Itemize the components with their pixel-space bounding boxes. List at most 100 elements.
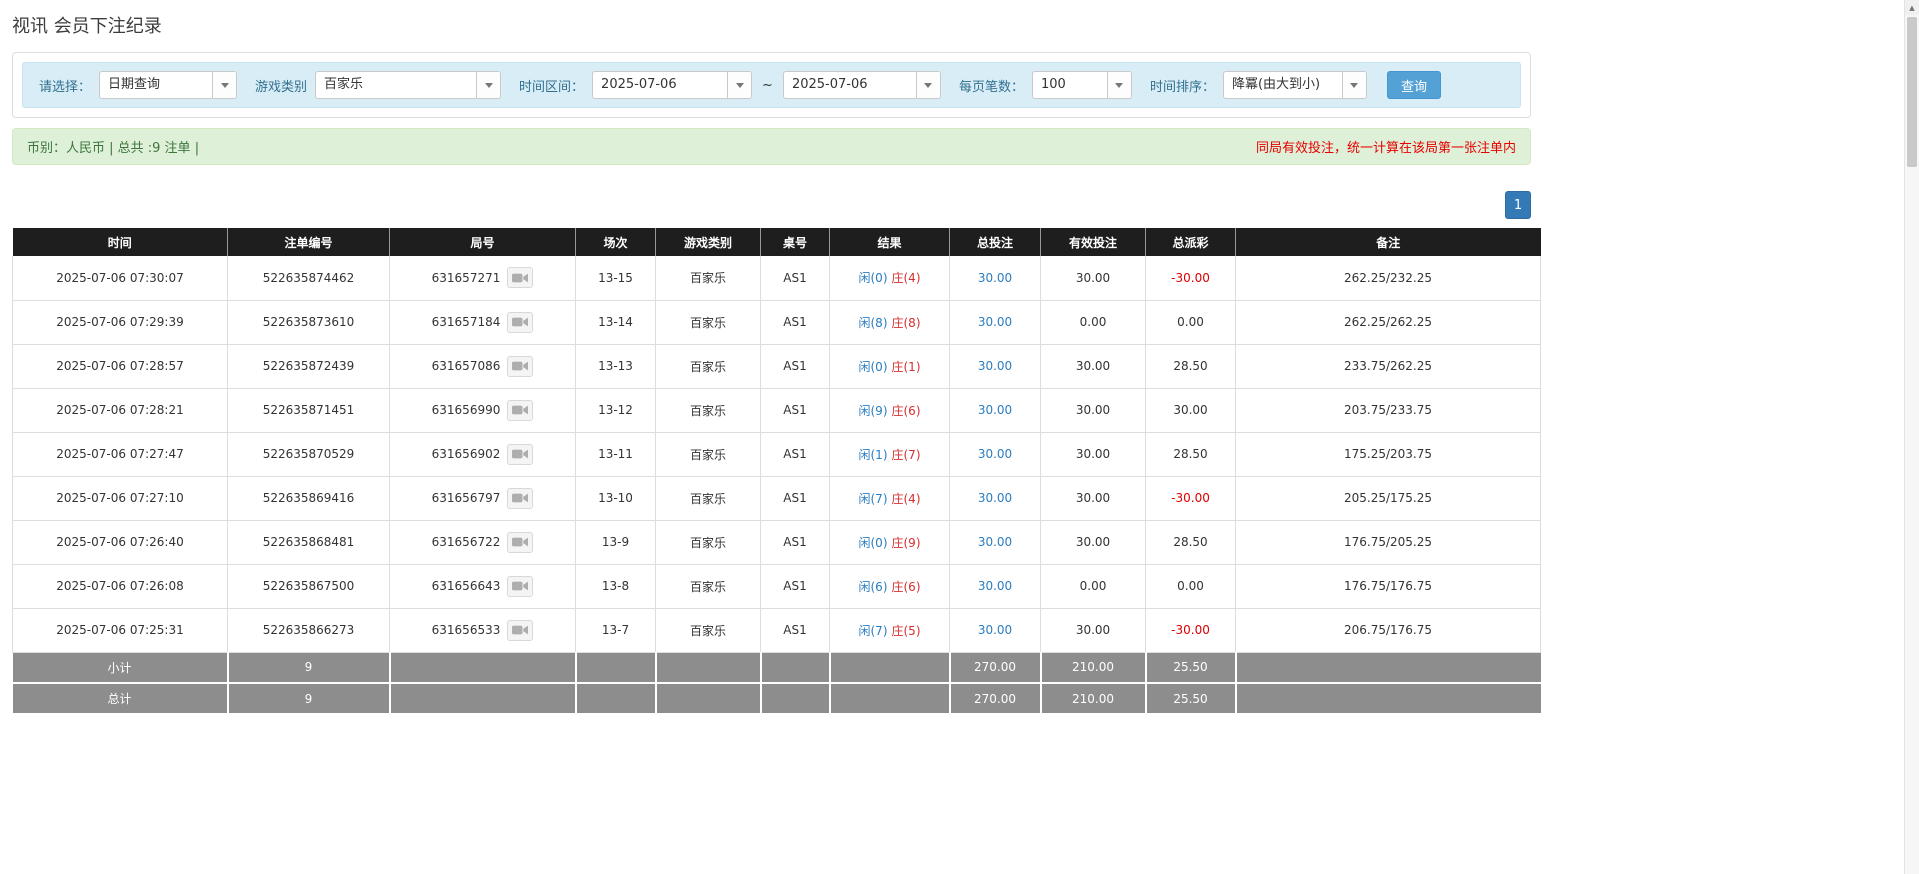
window-scrollbar[interactable]: ▲ <box>1904 0 1919 874</box>
cell-time: 2025-07-06 07:27:10 <box>13 476 228 520</box>
grand-total-count: 9 <box>228 683 390 714</box>
cell-remark: 262.25/262.25 <box>1236 300 1541 344</box>
footer-empty-cell <box>830 683 950 714</box>
video-replay-icon[interactable] <box>507 444 533 465</box>
video-replay-icon[interactable] <box>507 488 533 509</box>
cell-total-bet: 30.00 <box>950 608 1041 652</box>
sort-select[interactable]: 降冪(由大到小) <box>1223 71 1367 99</box>
chevron-down-icon[interactable] <box>212 72 236 98</box>
scrollbar-thumb[interactable] <box>1907 17 1917 167</box>
cell-valid-bet: 0.00 <box>1041 300 1146 344</box>
pagination: 1 <box>12 191 1531 219</box>
result-banker: 庄(5) <box>892 624 921 638</box>
cell-valid-bet: 30.00 <box>1041 520 1146 564</box>
select-label: 请选择： <box>39 76 91 95</box>
round-number: 631656797 <box>432 491 501 505</box>
total-bet-link[interactable]: 30.00 <box>978 403 1012 417</box>
filter-panel: 请选择： 日期查询 游戏类别 百家乐 时间区间： 2025-07-06 ~ 20… <box>12 52 1531 118</box>
cell-round: 631657271 <box>390 256 576 300</box>
chevron-down-icon[interactable] <box>476 72 500 98</box>
game-type-select[interactable]: 百家乐 <box>315 71 501 99</box>
cell-time: 2025-07-06 07:28:21 <box>13 388 228 432</box>
chevron-down-icon[interactable] <box>727 72 751 98</box>
cell-game-type: 百家乐 <box>656 476 761 520</box>
grand-total-valid-bet: 210.00 <box>1041 683 1146 714</box>
per-page-value: 100 <box>1033 72 1107 98</box>
chevron-down-icon[interactable] <box>1342 72 1366 98</box>
total-bet-link[interactable]: 30.00 <box>978 315 1012 329</box>
result-player: 闲(1) <box>859 448 888 462</box>
video-replay-icon[interactable] <box>507 576 533 597</box>
result-banker: 庄(7) <box>892 448 921 462</box>
result-banker: 庄(8) <box>892 316 921 330</box>
cell-bet-id: 522635867500 <box>228 564 390 608</box>
total-bet-link[interactable]: 30.00 <box>978 535 1012 549</box>
cell-table-no: AS1 <box>761 564 830 608</box>
video-replay-icon[interactable] <box>507 356 533 377</box>
grand-total-label: 总计 <box>13 683 228 714</box>
total-bet-link[interactable]: 30.00 <box>978 623 1012 637</box>
cell-bet-id: 522635874462 <box>228 256 390 300</box>
cell-total-bet: 30.00 <box>950 256 1041 300</box>
date-from-select[interactable]: 2025-07-06 <box>592 71 752 99</box>
cell-bet-id: 522635873610 <box>228 300 390 344</box>
cell-bet-id: 522635870529 <box>228 432 390 476</box>
date-to-select[interactable]: 2025-07-06 <box>783 71 941 99</box>
cell-game-type: 百家乐 <box>656 388 761 432</box>
total-bet-link[interactable]: 30.00 <box>978 271 1012 285</box>
search-button[interactable]: 查询 <box>1387 71 1441 99</box>
col-total-bet: 总投注 <box>950 228 1041 256</box>
chevron-down-icon[interactable] <box>1107 72 1131 98</box>
cell-result: 闲(6)庄(6) <box>830 564 950 608</box>
footer-empty-cell <box>576 683 656 714</box>
footer-empty-cell <box>761 652 830 683</box>
video-replay-icon[interactable] <box>507 532 533 553</box>
cell-valid-bet: 30.00 <box>1041 256 1146 300</box>
video-replay-icon[interactable] <box>507 620 533 641</box>
col-valid-bet: 有效投注 <box>1041 228 1146 256</box>
cell-payout: -30.00 <box>1146 256 1236 300</box>
cell-time: 2025-07-06 07:26:40 <box>13 520 228 564</box>
chevron-down-icon[interactable] <box>916 72 940 98</box>
cell-table-no: AS1 <box>761 520 830 564</box>
cell-time: 2025-07-06 07:30:07 <box>13 256 228 300</box>
cell-table-no: AS1 <box>761 344 830 388</box>
result-banker: 庄(1) <box>892 360 921 374</box>
cell-result: 闲(0)庄(1) <box>830 344 950 388</box>
cell-result: 闲(7)庄(5) <box>830 608 950 652</box>
cell-remark: 176.75/176.75 <box>1236 564 1541 608</box>
cell-bet-id: 522635866273 <box>228 608 390 652</box>
query-type-select[interactable]: 日期查询 <box>99 71 237 99</box>
cell-round: 631656643 <box>390 564 576 608</box>
cell-valid-bet: 0.00 <box>1041 564 1146 608</box>
cell-remark: 203.75/233.75 <box>1236 388 1541 432</box>
game-type-value: 百家乐 <box>316 72 476 98</box>
total-bet-link[interactable]: 30.00 <box>978 447 1012 461</box>
result-banker: 庄(9) <box>892 536 921 550</box>
subtotal-count: 9 <box>228 652 390 683</box>
cell-result: 闲(0)庄(4) <box>830 256 950 300</box>
table-row: 2025-07-06 07:27:10 522635869416 6316567… <box>13 476 1541 520</box>
footer-empty-cell <box>390 683 576 714</box>
notice-text: 同局有效投注，统一计算在该局第一张注单内 <box>1256 137 1516 156</box>
round-number: 631656722 <box>432 535 501 549</box>
scrollbar-up-arrow-icon[interactable]: ▲ <box>1905 0 1919 15</box>
cell-session: 13-15 <box>576 256 656 300</box>
sort-value: 降冪(由大到小) <box>1224 72 1342 98</box>
cell-session: 13-14 <box>576 300 656 344</box>
table-row: 2025-07-06 07:29:39 522635873610 6316571… <box>13 300 1541 344</box>
video-replay-icon[interactable] <box>507 400 533 421</box>
cell-total-bet: 30.00 <box>950 388 1041 432</box>
table-row: 2025-07-06 07:27:47 522635870529 6316569… <box>13 432 1541 476</box>
result-banker: 庄(4) <box>892 271 921 285</box>
table-row: 2025-07-06 07:30:07 522635874462 6316572… <box>13 256 1541 300</box>
total-bet-link[interactable]: 30.00 <box>978 579 1012 593</box>
currency-summary: 币别：人民币 | 总共 :9 注单 | <box>27 137 199 156</box>
video-replay-icon[interactable] <box>507 267 533 288</box>
total-bet-link[interactable]: 30.00 <box>978 359 1012 373</box>
col-round: 局号 <box>390 228 576 256</box>
page-1-button[interactable]: 1 <box>1505 191 1531 219</box>
per-page-select[interactable]: 100 <box>1032 71 1132 99</box>
total-bet-link[interactable]: 30.00 <box>978 491 1012 505</box>
video-replay-icon[interactable] <box>507 312 533 333</box>
